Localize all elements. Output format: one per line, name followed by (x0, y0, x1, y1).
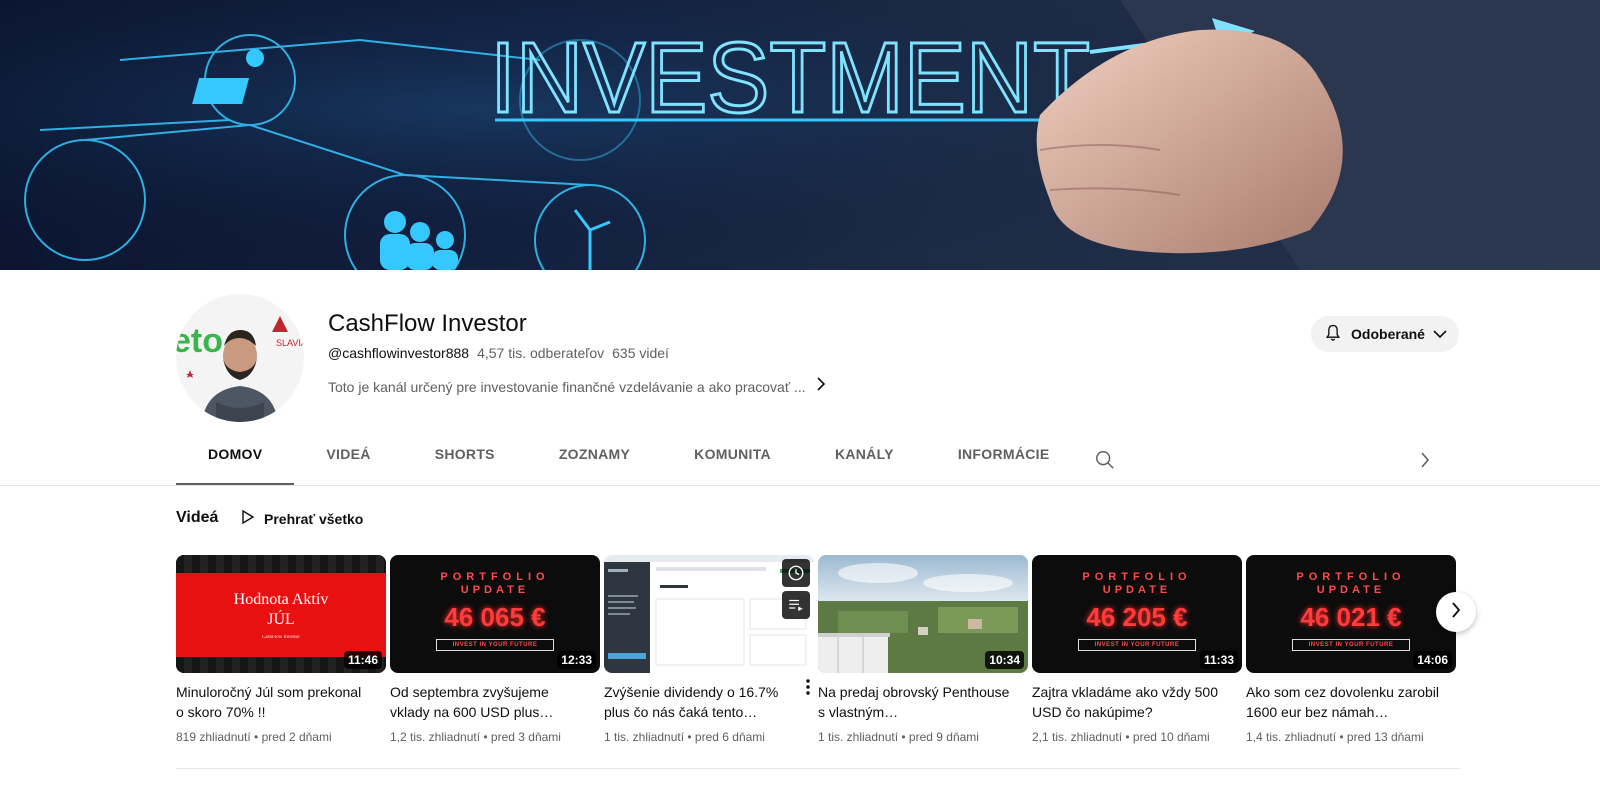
tabs-divider (0, 485, 1600, 486)
video-duration: 11:46 (343, 651, 382, 669)
subscribed-label: Odoberané (1351, 326, 1425, 342)
channel-description[interactable]: Toto je kanál určený pre investovanie fi… (328, 377, 826, 396)
section-title: Videá (176, 509, 219, 526)
video-thumbnail[interactable]: Hodnota Aktív JÚL CashFlow Investor 11:4… (176, 555, 386, 673)
thumbnail-subtitle: UPDATE (460, 584, 530, 596)
thumbnail-title: PORTFOLIO (1082, 571, 1192, 583)
video-title[interactable]: Ako som cez dovolenku zarobil 1600 eur b… (1246, 682, 1456, 722)
search-icon[interactable] (1094, 449, 1116, 476)
thumbnail-card: Hodnota Aktív JÚL CashFlow Investor (176, 573, 386, 657)
video-title[interactable]: Minuloročný Júl som prekonal o skoro 70%… (176, 682, 386, 722)
video-duration: 14:06 (1413, 651, 1452, 669)
add-to-queue-icon[interactable] (782, 591, 810, 619)
thumbnail-tag: INVEST IN YOUR FUTURE (1292, 639, 1410, 651)
hover-actions (782, 559, 810, 619)
tab-zoznamy[interactable]: ZOZNAMY (527, 446, 662, 486)
play-all-button[interactable]: Prehrať všetko (240, 509, 363, 528)
chevron-down-icon (1433, 326, 1447, 342)
thumbnail-amount: 46 021 € (1300, 602, 1402, 632)
channel-handle: @cashflowinvestor888 (328, 345, 470, 361)
video-thumbnail[interactable]: PORTFOLIO UPDATE 46 205 € INVEST IN YOUR… (1032, 555, 1242, 673)
shelf-next-button[interactable] (1436, 592, 1476, 632)
thumbnail-caption: CashFlow Investor (262, 634, 300, 640)
video-duration: 12:33 (557, 651, 596, 669)
video-card[interactable]: PORTFOLIO UPDATE 46 065 € INVEST IN YOUR… (390, 555, 600, 744)
video-count: 635 videí (612, 345, 669, 361)
video-card[interactable]: PORTFOLIO UPDATE 46 205 € INVEST IN YOUR… (1032, 555, 1242, 744)
banner-text: INVESTMENT (490, 22, 1090, 134)
video-shelf: Hodnota Aktív JÚL CashFlow Investor 11:4… (176, 555, 1456, 744)
channel-name: CashFlow Investor (328, 310, 527, 337)
subscriber-count: 4,57 tis. odberateľov (477, 345, 605, 361)
more-options-icon[interactable] (802, 677, 814, 697)
video-stats: 1 tis. zhliadnutí • pred 6 dňami (604, 730, 765, 744)
tab-informacie[interactable]: INFORMÁCIE (926, 446, 1082, 486)
video-thumbnail[interactable]: PORTFOLIO UPDATE 46 021 € INVEST IN YOUR… (1246, 555, 1456, 673)
bell-icon (1323, 323, 1343, 346)
section-divider (176, 768, 1460, 769)
video-title[interactable]: Od septembra zvyšujeme vklady na 600 USD… (390, 682, 600, 722)
watch-later-icon[interactable] (782, 559, 810, 587)
video-title[interactable]: Zvýšenie dividendy o 16.7% plus čo nás č… (604, 682, 814, 722)
video-stats: 2,1 tis. zhliadnutí • pred 10 dňami (1032, 730, 1210, 744)
thumbnail-subtitle: JÚL (267, 610, 295, 628)
channel-avatar[interactable]: eto SLAVIA (176, 294, 304, 422)
thumbnail-subtitle: UPDATE (1316, 584, 1386, 596)
tab-videa[interactable]: VIDEÁ (294, 446, 402, 486)
thumbnail-subtitle: UPDATE (1102, 584, 1172, 596)
play-all-label: Prehrať všetko (264, 510, 364, 527)
chevron-right-icon[interactable] (816, 377, 826, 396)
channel-banner: INVESTMENT (0, 0, 1600, 270)
tab-shorts[interactable]: SHORTS (403, 446, 527, 486)
video-stats: 819 zhliadnutí • pred 2 dňami (176, 730, 332, 744)
video-stats: 1,2 tis. zhliadnutí • pred 3 dňami (390, 730, 561, 744)
play-icon (240, 509, 256, 528)
channel-meta: @cashflowinvestor888 4,57 tis. odberateľ… (328, 345, 669, 361)
channel-tabs: DOMOV VIDEÁ SHORTS ZOZNAMY KOMUNITA KANÁ… (176, 446, 1081, 486)
thumbnail-amount: 46 065 € (444, 602, 546, 632)
video-title[interactable]: Na predaj obrovský Penthouse s vlastným… (818, 682, 1028, 722)
thumbnail-tag: INVEST IN YOUR FUTURE (1078, 639, 1196, 651)
thumbnail-title: Hodnota Aktív (233, 590, 329, 608)
description-text: Toto je kanál určený pre investovanie fi… (328, 378, 806, 395)
tab-domov[interactable]: DOMOV (176, 446, 295, 486)
video-duration: 11:33 (1199, 651, 1238, 669)
banner-artwork: INVESTMENT (0, 0, 1600, 270)
chevron-right-icon[interactable] (1420, 452, 1430, 473)
video-stats: 1,4 tis. zhliadnutí • pred 13 dňami (1246, 730, 1424, 744)
video-thumbnail[interactable] (604, 555, 814, 673)
subscribed-button[interactable]: Odoberané (1311, 316, 1459, 352)
video-card[interactable]: Zvýšenie dividendy o 16.7% plus čo nás č… (604, 555, 814, 744)
svg-text:SLAVIA: SLAVIA (276, 338, 304, 348)
tab-komunita[interactable]: KOMUNITA (662, 446, 803, 486)
thumbnail-amount: 46 205 € (1086, 602, 1188, 632)
video-title[interactable]: Zajtra vkladáme ako vždy 500 USD čo nakú… (1032, 682, 1242, 722)
video-thumbnail[interactable]: PORTFOLIO UPDATE 46 065 € INVEST IN YOUR… (390, 555, 600, 673)
thumbnail-tag: INVEST IN YOUR FUTURE (436, 639, 554, 651)
chevron-right-icon (1451, 601, 1461, 623)
video-card[interactable]: PORTFOLIO UPDATE 46 021 € INVEST IN YOUR… (1246, 555, 1456, 744)
video-card[interactable]: Hodnota Aktív JÚL CashFlow Investor 11:4… (176, 555, 386, 744)
thumbnail-title: PORTFOLIO (440, 571, 550, 583)
video-duration: 10:34 (985, 651, 1024, 669)
thumbnail-title: PORTFOLIO (1296, 571, 1406, 583)
video-stats: 1 tis. zhliadnutí • pred 9 dňami (818, 730, 979, 744)
video-card[interactable]: 10:34 Na predaj obrovský Penthouse s vla… (818, 555, 1028, 744)
video-thumbnail[interactable]: 10:34 (818, 555, 1028, 673)
svg-text:eto: eto (176, 322, 223, 360)
tab-kanaly[interactable]: KANÁLY (803, 446, 926, 486)
